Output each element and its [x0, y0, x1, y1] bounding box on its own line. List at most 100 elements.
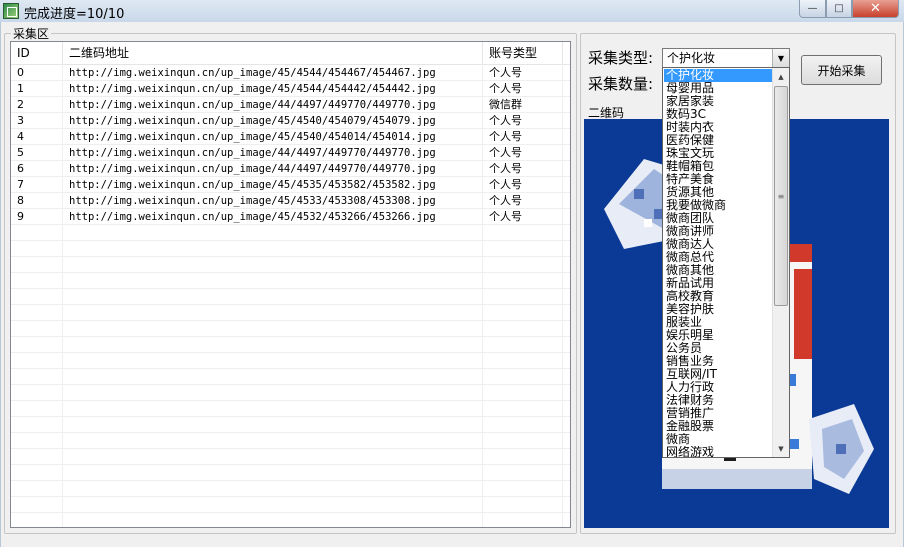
- table-row[interactable]: [11, 401, 570, 417]
- table-row[interactable]: [11, 513, 570, 527]
- window-title: 完成进度=10/10: [24, 7, 125, 22]
- cell-url: http://img.weixinqun.cn/up_image/44/4497…: [69, 147, 436, 159]
- table-row[interactable]: [11, 497, 570, 513]
- minimize-icon: —: [807, 3, 818, 14]
- cell-url: http://img.weixinqun.cn/up_image/44/4497…: [69, 99, 436, 111]
- dropdown-option[interactable]: 母婴用品: [664, 82, 772, 95]
- maximize-button[interactable]: □: [826, 0, 852, 18]
- table-row[interactable]: 5 http://img.weixinqun.cn/up_image/44/449…: [11, 145, 570, 161]
- table-row[interactable]: 2 http://img.weixinqun.cn/up_image/44/449…: [11, 97, 570, 113]
- dropdown-option[interactable]: 医药保健: [664, 134, 772, 147]
- app-icon: [3, 3, 19, 19]
- dropdown-option[interactable]: 数码3C: [664, 108, 772, 121]
- cell-type: 个人号: [489, 66, 522, 79]
- collect-type-dropdown-list[interactable]: 个护化妆 母婴用品 家居家装 数码3C 时装内衣 医药保健 珠宝文玩 鞋帽箱包 特产美食 货源其他…: [662, 67, 790, 458]
- dropdown-option[interactable]: 个护化妆: [664, 69, 772, 82]
- dropdown-option[interactable]: 微商达人: [664, 238, 772, 251]
- start-collect-button[interactable]: 开始采集: [801, 55, 882, 85]
- column-header-url[interactable]: 二维码地址: [63, 42, 483, 64]
- dropdown-option[interactable]: 我要做微商: [664, 199, 772, 212]
- scroll-up-icon[interactable]: ▲: [773, 68, 789, 85]
- cell-url: http://img.weixinqun.cn/up_image/45/4532…: [69, 211, 436, 223]
- table-row[interactable]: [11, 273, 570, 289]
- table-row[interactable]: [11, 353, 570, 369]
- dropdown-option[interactable]: 微商总代: [664, 251, 772, 264]
- cell-type: 微信群: [489, 98, 522, 111]
- dropdown-option[interactable]: 微商团队: [664, 212, 772, 225]
- cell-type: 个人号: [489, 194, 522, 207]
- dropdown-option[interactable]: 网络游戏: [664, 446, 772, 457]
- dropdown-option[interactable]: 货源其他: [664, 186, 772, 199]
- cell-id: 2: [17, 98, 24, 111]
- dropdown-option[interactable]: 珠宝文玩: [664, 147, 772, 160]
- dropdown-option[interactable]: 营销推广: [664, 407, 772, 420]
- table-row[interactable]: 6 http://img.weixinqun.cn/up_image/44/449…: [11, 161, 570, 177]
- cell-id: 5: [17, 146, 24, 159]
- dropdown-option[interactable]: 互联网/IT: [664, 368, 772, 381]
- table-row[interactable]: [11, 369, 570, 385]
- cell-url: http://img.weixinqun.cn/up_image/45/4544…: [69, 67, 436, 79]
- scrollbar-thumb[interactable]: ≡: [774, 86, 788, 306]
- table-row[interactable]: [11, 465, 570, 481]
- cell-type: 个人号: [489, 210, 522, 223]
- table-row[interactable]: 7 http://img.weixinqun.cn/up_image/45/453…: [11, 177, 570, 193]
- selected-type-value: 个护化妆: [667, 51, 716, 65]
- dropdown-option[interactable]: 销售业务: [664, 355, 772, 368]
- dropdown-option[interactable]: 时装内衣: [664, 121, 772, 134]
- dropdown-option[interactable]: 法律财务: [664, 394, 772, 407]
- collect-list[interactable]: ID 二维码地址 账号类型 0 http://img.weixinqun.cn/u…: [10, 41, 571, 528]
- table-row[interactable]: 9 http://img.weixinqun.cn/up_image/45/453…: [11, 209, 570, 225]
- minimize-button[interactable]: —: [799, 0, 826, 18]
- list-body: 0 http://img.weixinqun.cn/up_image/45/454…: [11, 65, 570, 527]
- cell-url: http://img.weixinqun.cn/up_image/45/4544…: [69, 83, 436, 95]
- dropdown-option[interactable]: 家居家装: [664, 95, 772, 108]
- dropdown-option[interactable]: 高校教育: [664, 290, 772, 303]
- dropdown-scrollbar[interactable]: ▲ ≡ ▼: [772, 68, 789, 457]
- dropdown-option[interactable]: 鞋帽箱包: [664, 160, 772, 173]
- table-row[interactable]: [11, 225, 570, 241]
- dropdown-option[interactable]: 人力行政: [664, 381, 772, 394]
- dropdown-option[interactable]: 新品试用: [664, 277, 772, 290]
- table-row[interactable]: [11, 449, 570, 465]
- dropdown-option[interactable]: 微商其他: [664, 264, 772, 277]
- table-row[interactable]: 0 http://img.weixinqun.cn/up_image/45/454…: [11, 65, 570, 81]
- table-row[interactable]: [11, 433, 570, 449]
- table-row[interactable]: 4 http://img.weixinqun.cn/up_image/45/454…: [11, 129, 570, 145]
- cell-id: 3: [17, 114, 24, 127]
- cell-id: 9: [17, 210, 24, 223]
- dropdown-option[interactable]: 公务员: [664, 342, 772, 355]
- cell-url: http://img.weixinqun.cn/up_image/44/4497…: [69, 163, 436, 175]
- dropdown-option[interactable]: 服装业: [664, 316, 772, 329]
- dropdown-option[interactable]: 美容护肤: [664, 303, 772, 316]
- table-row[interactable]: [11, 321, 570, 337]
- cell-url: http://img.weixinqun.cn/up_image/45/4533…: [69, 195, 436, 207]
- table-row[interactable]: [11, 417, 570, 433]
- column-header-id[interactable]: ID: [11, 42, 63, 64]
- dropdown-option[interactable]: 特产美食: [664, 173, 772, 186]
- cell-type: 个人号: [489, 178, 522, 191]
- column-header-type[interactable]: 账号类型: [483, 42, 563, 64]
- chevron-down-icon[interactable]: ▼: [772, 49, 789, 67]
- scroll-down-icon[interactable]: ▼: [773, 440, 789, 457]
- close-button[interactable]: ✕: [852, 0, 899, 18]
- cell-type: 个人号: [489, 162, 522, 175]
- dropdown-option[interactable]: 娱乐明星: [664, 329, 772, 342]
- maximize-icon: □: [834, 3, 844, 14]
- table-row[interactable]: [11, 385, 570, 401]
- table-row[interactable]: [11, 257, 570, 273]
- table-row[interactable]: 8 http://img.weixinqun.cn/up_image/45/453…: [11, 193, 570, 209]
- cell-id: 0: [17, 66, 24, 79]
- collect-type-label: 采集类型:: [588, 49, 654, 67]
- table-row[interactable]: [11, 305, 570, 321]
- table-row[interactable]: 3 http://img.weixinqun.cn/up_image/45/454…: [11, 113, 570, 129]
- dropdown-option[interactable]: 微商: [664, 433, 772, 446]
- table-row[interactable]: [11, 241, 570, 257]
- dropdown-option[interactable]: 微商讲师: [664, 225, 772, 238]
- table-row[interactable]: [11, 289, 570, 305]
- collect-type-select[interactable]: 个护化妆 ▼: [662, 48, 790, 68]
- table-row[interactable]: 1 http://img.weixinqun.cn/up_image/45/454…: [11, 81, 570, 97]
- dropdown-option[interactable]: 金融股票: [664, 420, 772, 433]
- cell-id: 1: [17, 82, 24, 95]
- table-row[interactable]: [11, 337, 570, 353]
- table-row[interactable]: [11, 481, 570, 497]
